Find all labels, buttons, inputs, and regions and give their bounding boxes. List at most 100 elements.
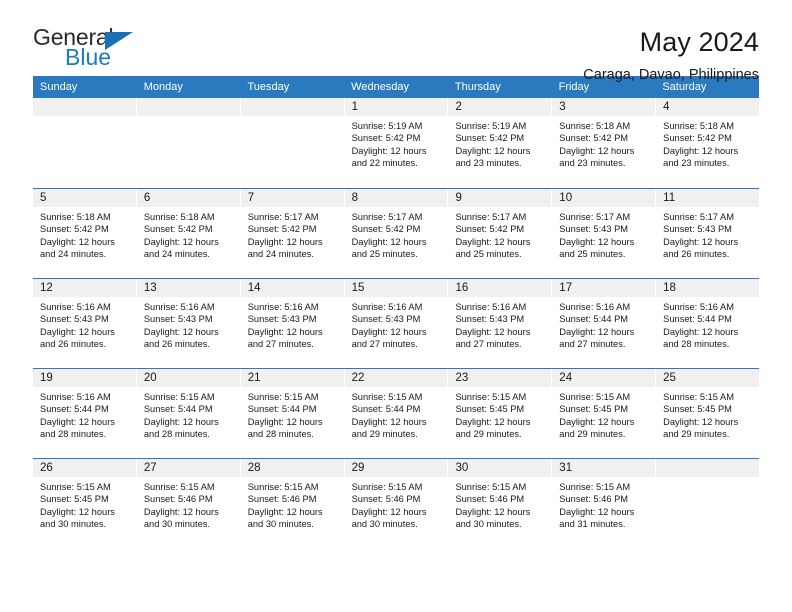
day-info: Sunrise: 5:15 AM Sunset: 5:45 PM Daylight:… (552, 387, 655, 441)
day-cell[interactable]: 23 Sunrise: 5:15 AM Sunset: 5:45 PM Dayligh… (448, 369, 553, 458)
week-row: 19 Sunrise: 5:16 AM Sunset: 5:44 PM Dayligh… (33, 368, 760, 458)
day-info: Sunrise: 5:16 AM Sunset: 5:43 PM Daylight:… (241, 297, 344, 351)
day-info: Sunrise: 5:16 AM Sunset: 5:44 PM Daylight:… (552, 297, 655, 351)
daylight-text-line1: Daylight: 12 hours (40, 506, 115, 517)
daylight-text-line2: and 25 minutes. (559, 249, 626, 260)
day-cell[interactable]: 13 Sunrise: 5:16 AM Sunset: 5:43 PM Dayligh… (136, 279, 241, 368)
sunrise-text: Sunrise: 5:17 AM (351, 212, 423, 222)
day-number: 16 (448, 279, 552, 297)
day-cell[interactable]: 26 Sunrise: 5:15 AM Sunset: 5:45 PM Dayligh… (33, 459, 137, 548)
sunset-text: Sunset: 5:42 PM (247, 224, 317, 235)
day-cell[interactable]: 10 Sunrise: 5:17 AM Sunset: 5:43 PM Dayligh… (552, 189, 657, 278)
weekday-header-row: Sunday Monday Tuesday Wednesday Thursday Frid… (33, 76, 759, 98)
day-cell[interactable]: 30 Sunrise: 5:15 AM Sunset: 5:46 PM Dayligh… (448, 459, 553, 548)
triangle-icon (105, 32, 133, 50)
day-number: 10 (552, 189, 656, 207)
day-cell[interactable]: 5 Sunrise: 5:18 AM Sunset: 5:42 PM Daylight… (33, 189, 137, 278)
day-cell[interactable]: 3 Sunrise: 5:18 AM Sunset: 5:42 PM Daylight… (552, 98, 657, 188)
day-number: 23 (448, 369, 552, 387)
daylight-text-line1: Daylight: 12 hours (351, 145, 427, 156)
day-cell[interactable]: 29 Sunrise: 5:15 AM Sunset: 5:46 PM Dayligh… (344, 459, 449, 548)
day-info: Sunrise: 5:16 AM Sunset: 5:43 PM Daylight:… (137, 297, 240, 351)
day-cell[interactable]: 24 Sunrise: 5:15 AM Sunset: 5:45 PM Dayligh… (552, 369, 657, 458)
day-info: Sunrise: 5:15 AM Sunset: 5:46 PM Daylight:… (345, 477, 448, 531)
daylight-text-line1: Daylight: 12 hours (143, 416, 219, 427)
day-info: Sunrise: 5:17 AM Sunset: 5:42 PM Daylight:… (345, 207, 448, 261)
week-row: 26 Sunrise: 5:15 AM Sunset: 5:45 PM Dayligh… (33, 458, 760, 548)
day-cell[interactable]: 25 Sunrise: 5:15 AM Sunset: 5:45 PM Dayligh… (656, 369, 760, 458)
day-info: Sunrise: 5:16 AM Sunset: 5:44 PM Daylight:… (656, 297, 759, 351)
daylight-text-line1: Daylight: 12 hours (559, 236, 635, 247)
daylight-text-line1: Daylight: 12 hours (559, 326, 635, 337)
sunset-text: Sunset: 5:46 PM (247, 494, 317, 505)
daylight-text-line2: and 24 minutes. (40, 249, 107, 260)
day-number: 11 (656, 189, 760, 207)
weekday-header-sunday: Sunday (40, 81, 78, 93)
sunset-text: Sunset: 5:45 PM (40, 494, 109, 505)
sunset-text: Sunset: 5:43 PM (247, 314, 317, 325)
day-cell[interactable]: 22 Sunrise: 5:15 AM Sunset: 5:44 PM Dayligh… (344, 369, 449, 458)
day-cell[interactable]: 1 Sunrise: 5:19 AM Sunset: 5:42 PM Daylight… (344, 98, 449, 188)
day-info: Sunrise: 5:19 AM Sunset: 5:42 PM Daylight:… (448, 116, 551, 170)
day-cell[interactable]: 2 Sunrise: 5:19 AM Sunset: 5:42 PM Daylight… (448, 98, 553, 188)
sunset-text: Sunset: 5:42 PM (663, 133, 732, 144)
day-info: Sunrise: 5:17 AM Sunset: 5:42 PM Daylight:… (448, 207, 551, 261)
sunrise-text: Sunrise: 5:16 AM (351, 302, 423, 312)
sunrise-text: Sunrise: 5:16 AM (663, 302, 734, 312)
day-cell[interactable]: 19 Sunrise: 5:16 AM Sunset: 5:44 PM Dayligh… (33, 369, 137, 458)
sunset-text: Sunset: 5:42 PM (455, 133, 525, 144)
sunset-text: Sunset: 5:42 PM (455, 224, 525, 235)
daylight-text-line1: Daylight: 12 hours (143, 236, 219, 247)
day-cell[interactable]: 7 Sunrise: 5:17 AM Sunset: 5:42 PM Daylight… (240, 189, 345, 278)
day-number: 19 (33, 369, 136, 387)
day-info: Sunrise: 5:15 AM Sunset: 5:46 PM Daylight:… (448, 477, 551, 531)
day-info: Sunrise: 5:18 AM Sunset: 5:42 PM Daylight:… (656, 116, 759, 170)
daylight-text-line1: Daylight: 12 hours (663, 236, 739, 247)
daylight-text-line1: Daylight: 12 hours (559, 145, 635, 156)
day-cell[interactable]: 11 Sunrise: 5:17 AM Sunset: 5:43 PM Dayligh… (656, 189, 760, 278)
day-cell[interactable]: 18 Sunrise: 5:16 AM Sunset: 5:44 PM Dayligh… (656, 279, 760, 368)
day-cell[interactable]: 8 Sunrise: 5:17 AM Sunset: 5:42 PM Daylight… (344, 189, 449, 278)
sunrise-text: Sunrise: 5:15 AM (143, 482, 215, 492)
daylight-text-line1: Daylight: 12 hours (351, 416, 427, 427)
sunrise-text: Sunrise: 5:15 AM (143, 392, 215, 402)
daylight-text-line1: Daylight: 12 hours (247, 416, 323, 427)
sunset-text: Sunset: 5:43 PM (351, 314, 421, 325)
sunset-text: Sunset: 5:45 PM (663, 404, 732, 415)
sunset-text: Sunset: 5:45 PM (559, 404, 629, 415)
day-cell[interactable]: 9 Sunrise: 5:17 AM Sunset: 5:42 PM Daylight… (448, 189, 553, 278)
day-cell[interactable]: 28 Sunrise: 5:15 AM Sunset: 5:46 PM Dayligh… (240, 459, 345, 548)
daylight-text-line1: Daylight: 12 hours (663, 326, 739, 337)
day-cell[interactable]: 12 Sunrise: 5:16 AM Sunset: 5:43 PM Dayligh… (33, 279, 137, 368)
sunrise-text: Sunrise: 5:15 AM (247, 392, 319, 402)
day-cell[interactable]: 6 Sunrise: 5:18 AM Sunset: 5:42 PM Daylight… (136, 189, 241, 278)
day-cell[interactable]: 4 Sunrise: 5:18 AM Sunset: 5:42 PM Daylight… (656, 98, 760, 188)
day-cell[interactable]: 20 Sunrise: 5:15 AM Sunset: 5:44 PM Dayligh… (136, 369, 241, 458)
weekday-header-saturday: Saturday (662, 81, 707, 93)
daylight-text-line2: and 27 minutes. (351, 339, 418, 350)
sunset-text: Sunset: 5:44 PM (559, 314, 629, 325)
sunrise-text: Sunrise: 5:18 AM (559, 121, 631, 131)
day-cell[interactable]: 14 Sunrise: 5:16 AM Sunset: 5:43 PM Dayligh… (240, 279, 345, 368)
daylight-text-line1: Daylight: 12 hours (351, 236, 427, 247)
daylight-text-line2: and 29 minutes. (351, 429, 418, 440)
sunrise-text: Sunrise: 5:17 AM (455, 212, 527, 222)
day-cell[interactable]: 21 Sunrise: 5:15 AM Sunset: 5:44 PM Dayligh… (240, 369, 345, 458)
sunrise-text: Sunrise: 5:15 AM (559, 482, 631, 492)
day-cell[interactable]: 27 Sunrise: 5:15 AM Sunset: 5:46 PM Dayligh… (136, 459, 241, 548)
sunset-text: Sunset: 5:42 PM (351, 133, 421, 144)
page-header: General Blue May 2024 Caraga, Davao, Phi… (33, 0, 759, 84)
daylight-text-line1: Daylight: 12 hours (663, 145, 739, 156)
day-number: 15 (344, 279, 448, 297)
day-number: 14 (240, 279, 344, 297)
daylight-text-line2: and 25 minutes. (351, 249, 418, 260)
page-title: May 2024 (639, 27, 759, 57)
day-cell[interactable]: 15 Sunrise: 5:16 AM Sunset: 5:43 PM Dayligh… (344, 279, 449, 368)
day-cell[interactable]: 31 Sunrise: 5:15 AM Sunset: 5:46 PM Dayligh… (552, 459, 657, 548)
daylight-text-line1: Daylight: 12 hours (143, 506, 219, 517)
day-cell[interactable]: 17 Sunrise: 5:16 AM Sunset: 5:44 PM Dayligh… (552, 279, 657, 368)
day-number: 4 (656, 98, 760, 116)
sunrise-text: Sunrise: 5:17 AM (559, 212, 631, 222)
day-cell[interactable]: 16 Sunrise: 5:16 AM Sunset: 5:43 PM Dayligh… (448, 279, 553, 368)
day-number: 31 (552, 459, 656, 477)
